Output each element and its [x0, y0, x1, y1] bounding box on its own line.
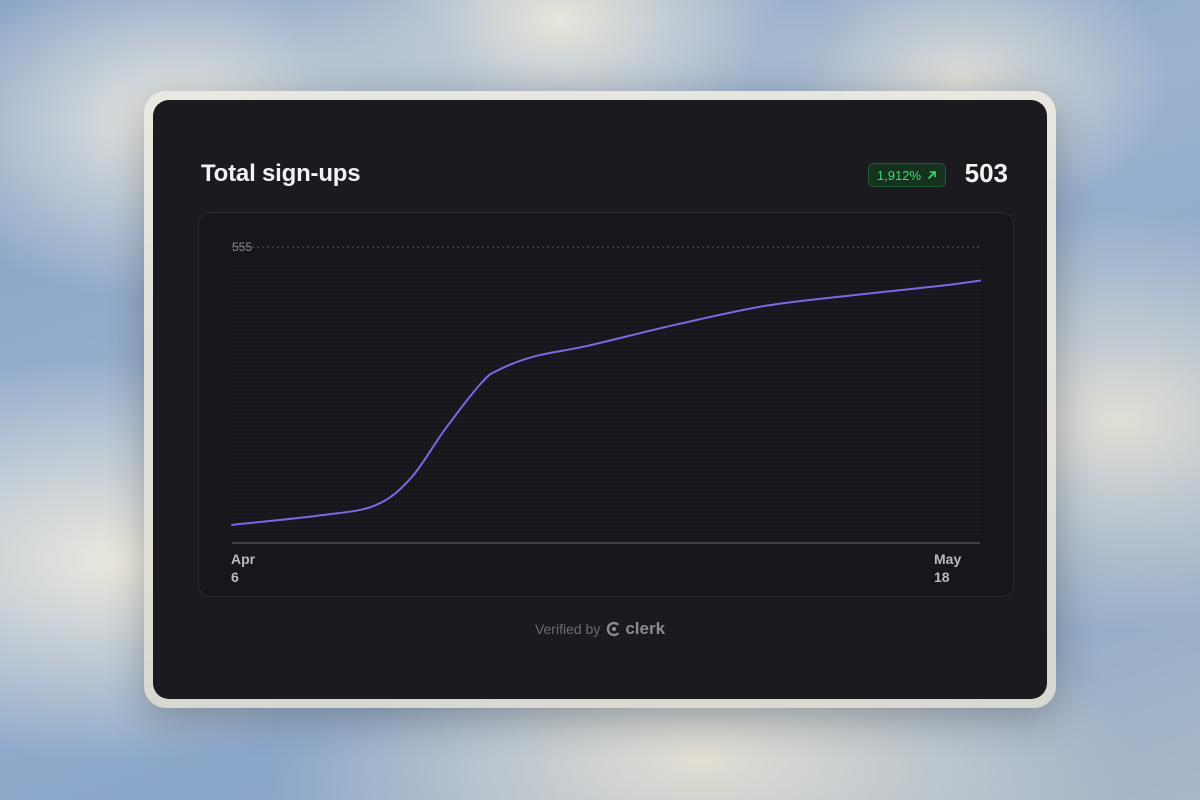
arrow-up-right-icon — [928, 171, 936, 179]
verified-text: Verified by — [534, 621, 601, 637]
line-chart: 555 — [231, 240, 981, 544]
change-badge-value: 1,912% — [876, 167, 921, 183]
signups-card: Total sign-ups 1,912% 503 555 Apr 6 May … — [153, 100, 1047, 699]
clerk-logo-icon — [607, 621, 620, 637]
verified-footer: Verified by clerk — [153, 619, 1047, 639]
x-tick-end-month: May — [934, 551, 962, 567]
clerk-brand-text: clerk — [625, 619, 666, 638]
x-tick-start: Apr 6 — [231, 550, 255, 586]
chart-area: 555 Apr 6 May 18 — [198, 212, 1014, 597]
x-tick-end: May 18 — [934, 550, 961, 586]
x-tick-start-month: Apr — [231, 551, 256, 567]
x-tick-end-day: 18 — [934, 569, 950, 585]
x-tick-start-day: 6 — [231, 569, 239, 585]
y-max-label: 555 — [232, 240, 252, 254]
change-badge: 1,912% — [867, 163, 946, 187]
card-title: Total sign-ups — [201, 160, 361, 187]
total-value: 503 — [964, 158, 1008, 188]
clerk-logo[interactable]: clerk — [606, 619, 665, 639]
dot-grid-background — [232, 265, 980, 543]
